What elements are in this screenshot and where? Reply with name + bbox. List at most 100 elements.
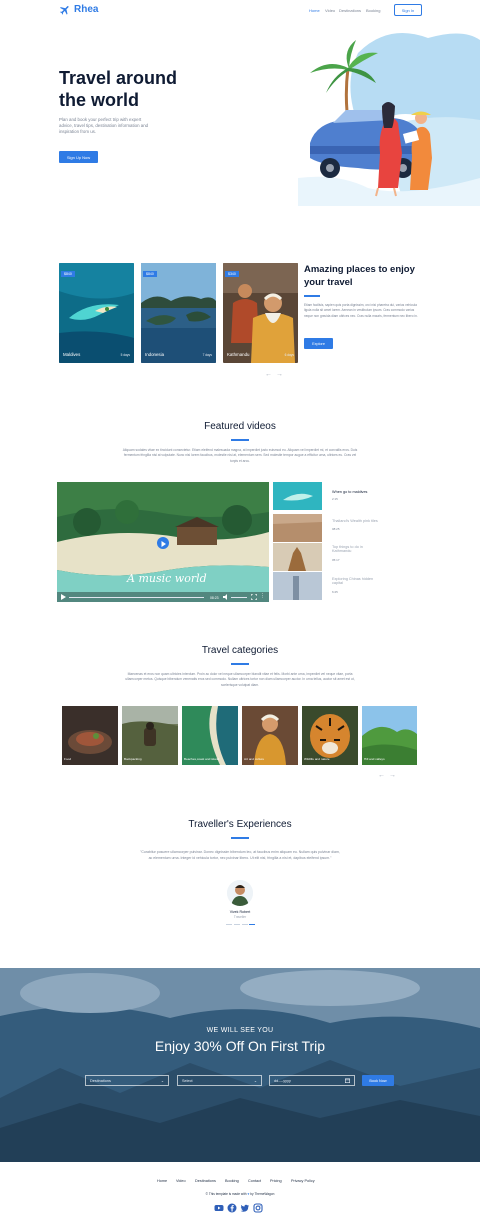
- booking-subtitle: WE WILL SEE YOU: [206, 1027, 274, 1034]
- sign-up-button[interactable]: Sign Up Now: [59, 151, 98, 163]
- brand-name[interactable]: Rhea: [74, 4, 98, 15]
- category-beaches[interactable]: Beaches,coast and island: [182, 706, 238, 765]
- category-hills[interactable]: Hill and valleys: [362, 706, 417, 765]
- top-navbar: Rhea Home Video Destinations Booking Sig…: [0, 0, 480, 22]
- booking-title: Enjoy 30% Off On First Trip: [154, 1038, 326, 1054]
- categories-next-arrow-icon[interactable]: →: [389, 772, 396, 780]
- category-wildlife[interactable]: Wildlife and nature: [302, 706, 358, 765]
- mountain-background: [0, 968, 480, 1162]
- slider-dot[interactable]: [226, 924, 232, 926]
- play-button[interactable]: [157, 537, 169, 549]
- footer-link-home[interactable]: Home: [157, 1179, 167, 1183]
- twitter-icon[interactable]: [240, 1203, 250, 1213]
- video-time: 08:23: [210, 596, 219, 600]
- explore-button[interactable]: Explore: [304, 338, 333, 349]
- category-food[interactable]: Food: [62, 706, 118, 765]
- china-thumbnail: [273, 572, 322, 600]
- thailand-thumbnail: [273, 514, 322, 542]
- volume-icon[interactable]: [223, 594, 229, 600]
- title-underline: [231, 837, 249, 839]
- facebook-icon[interactable]: [227, 1203, 237, 1213]
- play-control-icon[interactable]: [60, 594, 66, 600]
- calendar-icon[interactable]: [345, 1078, 350, 1083]
- kathmandu-thumbnail: [273, 543, 322, 571]
- hero-title: Travel around the world: [59, 67, 229, 111]
- price-tag: $840: [143, 271, 157, 277]
- category-label: Backpacking: [124, 757, 142, 761]
- nav-link-video[interactable]: Video: [325, 8, 335, 13]
- slider-dot-active[interactable]: [249, 924, 255, 926]
- more-options-icon[interactable]: ⋮: [260, 593, 265, 599]
- price-tag: $840: [61, 271, 75, 277]
- hero-title-line2: the world: [59, 90, 139, 110]
- nav-link-home[interactable]: Home: [309, 8, 320, 13]
- category-backpacking[interactable]: Backpacking: [122, 706, 178, 765]
- places-section-title: Amazing places to enjoy your travel: [304, 264, 415, 288]
- video-item-title[interactable]: Exploring Chinas hidden capital: [332, 577, 384, 585]
- video-item-time: 6:25: [332, 590, 338, 594]
- option-select[interactable]: Select ⌄: [177, 1075, 262, 1086]
- place-name: Indonesia: [145, 352, 165, 357]
- title-underline: [304, 295, 320, 297]
- destination-select[interactable]: Destinations ⌄: [85, 1075, 169, 1086]
- category-art-culture[interactable]: Art and culture: [242, 706, 298, 765]
- hero-title-line1: Travel around: [59, 68, 178, 88]
- date-input[interactable]: dd----yyyy: [269, 1075, 355, 1086]
- slider-dot[interactable]: [234, 924, 240, 926]
- hero-illustration: [298, 33, 480, 206]
- video-item-title[interactable]: When go to maldives: [332, 490, 367, 494]
- copyright-text: © This template is made with ♥ by ThemeW…: [0, 1192, 480, 1196]
- footer-link-destinations[interactable]: Destinations: [195, 1179, 216, 1183]
- video-overlay-title: A music world: [127, 572, 207, 585]
- video-progress-bar[interactable]: [69, 596, 204, 598]
- indonesia-photo: [141, 263, 216, 363]
- place-card-indonesia[interactable]: $840 Indonesia 7 days: [141, 263, 216, 363]
- video-thumb-kathmandu[interactable]: [273, 543, 322, 571]
- book-now-button[interactable]: Book Now: [362, 1075, 394, 1086]
- video-thumb-thailand[interactable]: [273, 514, 322, 542]
- video-item-title[interactable]: Top things to do in Kathmandu: [332, 545, 377, 553]
- places-description: Etiam facilisis, sapien quis porta digni…: [304, 303, 418, 318]
- chevron-down-icon: ⌄: [253, 1079, 257, 1083]
- youtube-icon[interactable]: [214, 1203, 224, 1213]
- copyright-suffix: by ThemeWagon: [250, 1192, 275, 1196]
- footer-link-booking[interactable]: Booking: [225, 1179, 239, 1183]
- footer-link-pricing[interactable]: Pricing: [270, 1179, 282, 1183]
- maldives-photo: [59, 263, 134, 363]
- footer-link-privacy[interactable]: Privacy Policy: [291, 1179, 315, 1183]
- category-label: Food: [64, 757, 72, 761]
- place-card-maldives[interactable]: $840 Maldives 5 days: [59, 263, 134, 363]
- places-prev-arrow-icon[interactable]: ←: [265, 371, 272, 379]
- date-placeholder: dd----yyyy: [274, 1078, 291, 1083]
- fullscreen-icon[interactable]: [251, 594, 257, 600]
- traveller-portrait: [227, 880, 253, 906]
- testimonial-name: Vivek Robert: [229, 910, 251, 914]
- volume-slider[interactable]: [231, 596, 247, 598]
- booking-banner: [0, 968, 480, 1162]
- video-thumb-maldives[interactable]: [273, 482, 322, 510]
- nav-link-booking[interactable]: Booking: [366, 8, 380, 13]
- footer-link-contact[interactable]: Contact: [248, 1179, 261, 1183]
- title-underline: [231, 439, 249, 441]
- sign-in-button[interactable]: Sign In: [394, 4, 422, 16]
- kathmandu-photo: [223, 263, 298, 363]
- nav-link-destinations[interactable]: Destinations: [339, 8, 361, 13]
- categories-prev-arrow-icon[interactable]: ←: [378, 772, 385, 780]
- place-name: Maldives: [63, 352, 81, 357]
- slider-dot[interactable]: [242, 924, 248, 926]
- video-item-time: 05:17: [332, 558, 340, 562]
- place-card-kathmandu[interactable]: $340 Kathmandu 6 days: [223, 263, 298, 363]
- testimonial-section-title: Traveller's Experiences: [188, 819, 292, 830]
- video-thumb-china[interactable]: [273, 572, 322, 600]
- video-item-title[interactable]: Thailand's Wealth pink tiles: [332, 519, 387, 523]
- avatar: [227, 880, 253, 906]
- maldives-thumbnail: [273, 482, 322, 510]
- places-next-arrow-icon[interactable]: →: [276, 371, 283, 379]
- footer-link-video[interactable]: Video: [176, 1179, 186, 1183]
- play-icon: [161, 541, 166, 547]
- instagram-icon[interactable]: [253, 1203, 263, 1213]
- hero-description: Plan and book your perfect trip with exp…: [59, 117, 149, 135]
- airplane-logo-icon[interactable]: [59, 4, 71, 16]
- place-duration: 7 days: [202, 353, 212, 357]
- chevron-down-icon: ⌄: [160, 1079, 164, 1083]
